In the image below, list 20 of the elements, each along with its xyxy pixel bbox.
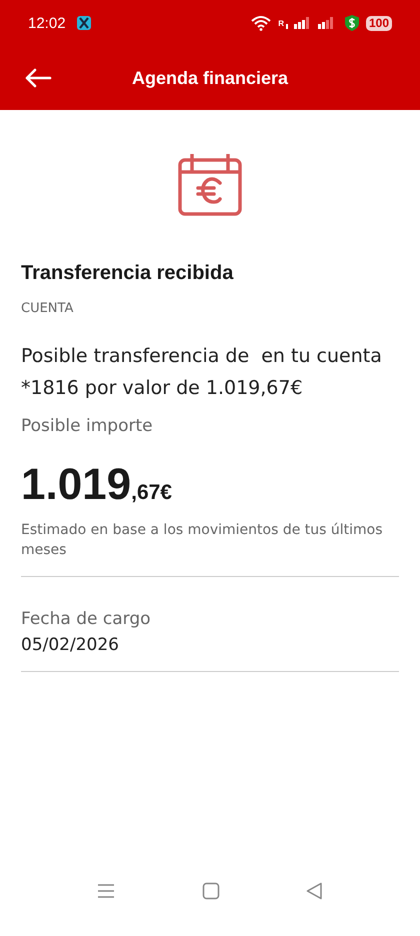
amount-value: 1.019,67€ xyxy=(21,460,173,510)
battery-level: 100 xyxy=(366,16,392,30)
charge-date-value: 05/02/2026 xyxy=(21,635,120,655)
amount-note: Estimado en base a los movimientos de tus últimos meses xyxy=(21,521,384,560)
back-icon[interactable] xyxy=(306,882,322,900)
status-time: 12:02 xyxy=(28,14,66,32)
event-title: Transferencia recibida xyxy=(21,262,234,285)
calendar-euro-icon xyxy=(178,152,242,216)
menu-icon[interactable] xyxy=(97,883,115,899)
event-category: CUENTA xyxy=(21,301,74,316)
amount-label: Posible importe xyxy=(21,416,154,436)
shield-icon xyxy=(344,14,360,32)
charge-date-label: Fecha de cargo xyxy=(21,609,152,629)
home-icon[interactable] xyxy=(202,882,220,900)
app-icon xyxy=(76,15,92,31)
event-description: Posible transferencia de en tu cuenta *1816 por valor de 1.019,67€ xyxy=(21,344,383,401)
signal-icon xyxy=(286,16,312,30)
wifi-icon xyxy=(250,15,272,31)
page-title: Agenda financiera xyxy=(132,68,288,88)
roaming-indicator: R xyxy=(278,18,284,28)
